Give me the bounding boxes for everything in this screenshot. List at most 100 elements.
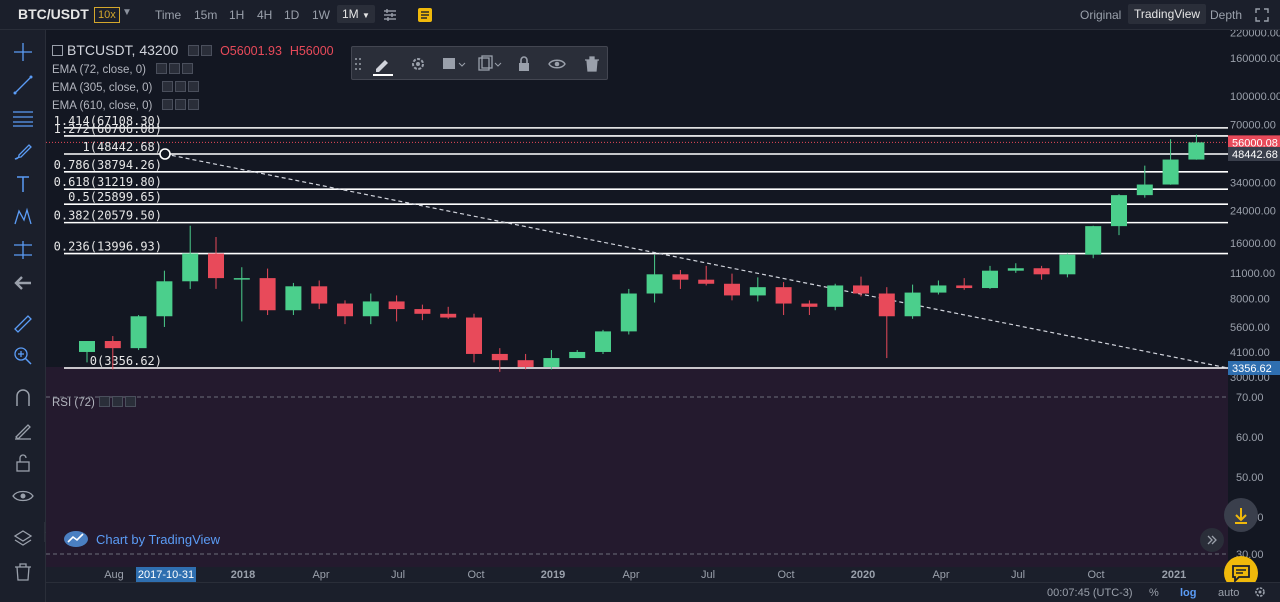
- lock-drawing-icon[interactable]: [514, 54, 534, 74]
- indicator-settings-icon[interactable]: [175, 81, 187, 92]
- lock-icon[interactable]: [11, 451, 35, 475]
- candle-body: [904, 292, 921, 317]
- indicator-eye-icon[interactable]: [162, 81, 174, 92]
- leverage-badge[interactable]: 10x: [94, 7, 120, 23]
- layers-icon[interactable]: [11, 527, 35, 551]
- zoom-icon[interactable]: [11, 344, 35, 368]
- indicator-eye-icon[interactable]: [155, 63, 167, 74]
- rsi-axis-label: 70.00: [1236, 392, 1264, 404]
- crosshair-icon[interactable]: [11, 40, 35, 64]
- tradingview-brand[interactable]: Chart by TradingView: [62, 528, 220, 551]
- timeframe-1w[interactable]: 1W: [312, 8, 330, 22]
- indicator-settings-icon[interactable]: [111, 396, 123, 407]
- time-axis-label: Jul: [391, 569, 405, 581]
- back-arrow-icon[interactable]: [11, 271, 35, 295]
- indicator-eye-icon[interactable]: [98, 396, 110, 407]
- drag-handle-icon[interactable]: [354, 54, 362, 74]
- legend-settings-icon[interactable]: [201, 45, 213, 56]
- indicator-eye-icon[interactable]: [162, 99, 174, 110]
- symbol-label[interactable]: BTC/USDT: [18, 6, 89, 22]
- candle[interactable]: [620, 288, 637, 335]
- candle[interactable]: [1059, 253, 1076, 278]
- price-badge-label: 3356.62: [1232, 363, 1272, 375]
- trendline-anchor[interactable]: [159, 148, 171, 160]
- clone-icon[interactable]: [476, 54, 504, 74]
- candle-body: [285, 286, 302, 311]
- indicator-ema-610[interactable]: EMA (610, close, 0): [52, 99, 200, 112]
- cloud-logo-icon: [62, 528, 90, 551]
- text-tool-icon[interactable]: [11, 172, 35, 196]
- candle-body: [259, 278, 276, 311]
- candle-body: [130, 316, 147, 349]
- indicator-ema-305[interactable]: EMA (305, close, 0): [52, 81, 200, 94]
- timeframe-time[interactable]: Time: [155, 8, 181, 22]
- candle-body: [233, 278, 250, 280]
- ruler-icon[interactable]: [11, 312, 35, 336]
- log-toggle[interactable]: log: [1180, 587, 1197, 599]
- notes-icon[interactable]: [416, 6, 434, 24]
- fib-retracement-icon[interactable]: [11, 106, 35, 130]
- trendline-icon[interactable]: [11, 73, 35, 97]
- indicator-close-icon[interactable]: [188, 81, 200, 92]
- stay-in-drawing-icon[interactable]: [11, 418, 35, 442]
- candle-body: [672, 274, 689, 280]
- price-axis-label: 160000.00: [1230, 53, 1280, 65]
- indicator-close-icon[interactable]: [181, 63, 193, 74]
- indicator-settings-icon[interactable]: [175, 99, 187, 110]
- candle[interactable]: [285, 282, 302, 316]
- brush-icon[interactable]: [11, 139, 35, 163]
- price-axis-label: 70000.00: [1230, 119, 1276, 131]
- candle-body: [1085, 226, 1102, 255]
- time-axis-label: Jul: [1011, 569, 1025, 581]
- candle[interactable]: [1085, 225, 1102, 259]
- settings-gear-icon[interactable]: [408, 54, 428, 74]
- time-axis[interactable]: Aug 2017-10-31 2018 Apr Jul Oct 2019 Apr Jul Oct 2…: [46, 567, 1228, 582]
- legend-eye-icon[interactable]: [188, 45, 200, 56]
- line-color-icon[interactable]: [372, 54, 393, 76]
- time-axis-label: 2018: [231, 569, 255, 581]
- indicator-close-icon[interactable]: [188, 99, 200, 110]
- candle-body: [853, 285, 869, 294]
- indicator-settings-icon[interactable]: [381, 6, 399, 24]
- candle[interactable]: [827, 283, 844, 311]
- price-chart[interactable]: 1.414(67108.30)1.272(60706.08)1(48442.68…: [46, 30, 1280, 582]
- candle-body: [440, 313, 457, 318]
- symbol-dropdown-icon[interactable]: ▼: [122, 7, 132, 18]
- chart-settings-icon[interactable]: [1253, 585, 1267, 602]
- collapse-legend-icon[interactable]: [52, 45, 63, 56]
- candle-body: [827, 285, 844, 307]
- scroll-right-button[interactable]: [1200, 528, 1224, 552]
- view-depth[interactable]: Depth: [1210, 8, 1242, 22]
- indicator-rsi[interactable]: RSI (72): [52, 396, 136, 409]
- candle-body: [517, 360, 534, 367]
- view-tradingview[interactable]: TradingView: [1128, 4, 1207, 24]
- candle-body: [775, 287, 792, 304]
- candle[interactable]: [595, 329, 611, 354]
- magnet-icon[interactable]: [11, 386, 35, 410]
- view-original[interactable]: Original: [1080, 8, 1121, 22]
- candle-body: [311, 286, 328, 304]
- prediction-icon[interactable]: [11, 238, 35, 262]
- delete-drawing-icon[interactable]: [582, 54, 602, 74]
- timeframe-1h[interactable]: 1H: [229, 8, 244, 22]
- percent-toggle[interactable]: %: [1149, 587, 1159, 599]
- eye-icon[interactable]: [11, 484, 35, 508]
- indicator-ema-72[interactable]: EMA (72, close, 0): [52, 63, 193, 76]
- timeframe-4h[interactable]: 4H: [257, 8, 272, 22]
- template-icon[interactable]: [440, 54, 468, 74]
- scroll-to-latest-button[interactable]: [1224, 498, 1258, 532]
- time-axis-label: Jul: [701, 569, 715, 581]
- timeframe-1d[interactable]: 1D: [284, 8, 299, 22]
- trash-icon[interactable]: [11, 560, 35, 584]
- hide-drawing-icon[interactable]: [547, 54, 567, 74]
- timeframe-1m[interactable]: 1M ▼: [337, 5, 375, 23]
- time-axis-label: 2021: [1162, 569, 1186, 581]
- auto-toggle[interactable]: auto: [1218, 587, 1239, 599]
- indicator-close-icon[interactable]: [124, 396, 136, 407]
- timeframe-15m[interactable]: 15m: [194, 8, 217, 22]
- fullscreen-icon[interactable]: [1254, 7, 1272, 25]
- indicator-settings-icon[interactable]: [168, 63, 180, 74]
- pattern-icon[interactable]: [11, 205, 35, 229]
- status-bar: 00:07:45 (UTC-3) % log auto: [46, 582, 1280, 602]
- candle[interactable]: [130, 315, 147, 351]
